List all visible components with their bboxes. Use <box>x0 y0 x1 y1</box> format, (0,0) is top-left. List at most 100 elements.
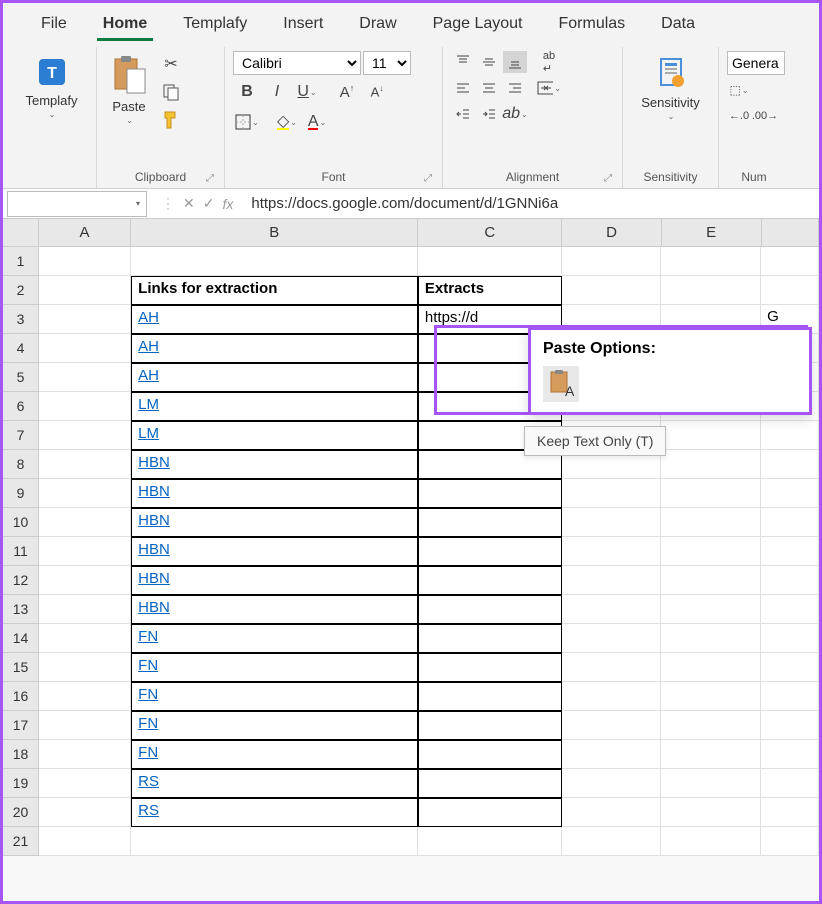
cell-B13[interactable]: HBN <box>131 595 418 624</box>
align-bottom-button[interactable] <box>503 51 527 73</box>
row-header-1[interactable]: 1 <box>3 247 39 276</box>
row-header-11[interactable]: 11 <box>3 537 39 566</box>
cell-F2[interactable] <box>761 276 819 305</box>
merge-button[interactable]: ⌄ <box>537 77 561 99</box>
decrease-indent-button[interactable] <box>451 103 475 125</box>
cell-F8[interactable] <box>761 450 819 479</box>
cell-C16[interactable] <box>418 682 562 711</box>
tab-home[interactable]: Home <box>85 7 165 41</box>
cell-A15[interactable] <box>39 653 131 682</box>
link[interactable]: LM <box>138 425 159 442</box>
link[interactable]: RS <box>138 773 159 790</box>
row-header-21[interactable]: 21 <box>3 827 39 856</box>
keep-text-only-button[interactable]: A <box>543 366 579 402</box>
cell-F14[interactable] <box>761 624 819 653</box>
tab-file[interactable]: File <box>23 7 85 41</box>
link[interactable]: RS <box>138 802 159 819</box>
col-header-a[interactable]: A <box>39 219 131 247</box>
cell-A18[interactable] <box>39 740 131 769</box>
cell-D21[interactable] <box>562 827 662 856</box>
cell-C10[interactable] <box>418 508 562 537</box>
cell-A16[interactable] <box>39 682 131 711</box>
cell-D18[interactable] <box>562 740 662 769</box>
cell-D16[interactable] <box>562 682 662 711</box>
cell-E14[interactable] <box>661 624 761 653</box>
cell-E13[interactable] <box>661 595 761 624</box>
tab-data[interactable]: Data <box>643 7 713 41</box>
cell-A5[interactable] <box>39 363 131 392</box>
cell-B14[interactable]: FN <box>131 624 418 653</box>
align-middle-button[interactable] <box>477 51 501 73</box>
cell-E9[interactable] <box>661 479 761 508</box>
link[interactable]: FN <box>138 744 158 761</box>
cell-C15[interactable] <box>418 653 562 682</box>
tab-templafy[interactable]: Templafy <box>165 7 265 41</box>
row-header-17[interactable]: 17 <box>3 711 39 740</box>
cell-E21[interactable] <box>661 827 761 856</box>
cancel-formula-button[interactable]: ✕ <box>183 195 195 212</box>
cell-F17[interactable] <box>761 711 819 740</box>
row-header-7[interactable]: 7 <box>3 421 39 450</box>
cell-B4[interactable]: AH <box>131 334 418 363</box>
templafy-button[interactable]: T Templafy ⌄ <box>19 51 83 123</box>
italic-button[interactable]: I <box>263 79 291 105</box>
cell-D13[interactable] <box>562 595 662 624</box>
copy-button[interactable] <box>157 79 185 105</box>
row-header-20[interactable]: 20 <box>3 798 39 827</box>
format-painter-button[interactable] <box>157 107 185 133</box>
tab-page-layout[interactable]: Page Layout <box>415 7 541 41</box>
cell-C21[interactable] <box>418 827 562 856</box>
cell-C14[interactable] <box>418 624 562 653</box>
increase-font-button[interactable]: A↑ <box>333 79 361 105</box>
dialog-launcher-icon[interactable]: ⤢ <box>604 173 612 184</box>
align-left-button[interactable] <box>451 77 475 99</box>
cell-B9[interactable]: HBN <box>131 479 418 508</box>
cell-F18[interactable] <box>761 740 819 769</box>
cell-E7[interactable] <box>661 421 761 450</box>
cell-F20[interactable] <box>761 798 819 827</box>
row-header-3[interactable]: 3 <box>3 305 39 334</box>
cell-E16[interactable] <box>661 682 761 711</box>
cell-B11[interactable]: HBN <box>131 537 418 566</box>
cell-D17[interactable] <box>562 711 662 740</box>
link[interactable]: HBN <box>138 454 170 471</box>
align-right-button[interactable] <box>503 77 527 99</box>
row-header-19[interactable]: 19 <box>3 769 39 798</box>
cell-A1[interactable] <box>39 247 131 276</box>
cell-B16[interactable]: FN <box>131 682 418 711</box>
link[interactable]: AH <box>138 309 159 326</box>
link[interactable]: HBN <box>138 599 170 616</box>
row-header-6[interactable]: 6 <box>3 392 39 421</box>
link[interactable]: HBN <box>138 483 170 500</box>
select-all-corner[interactable] <box>3 219 39 247</box>
cell-A7[interactable] <box>39 421 131 450</box>
wrap-text-button[interactable]: ab↵ <box>537 51 561 73</box>
cell-F19[interactable] <box>761 769 819 798</box>
cell-B7[interactable]: LM <box>131 421 418 450</box>
cell-C9[interactable] <box>418 479 562 508</box>
decrease-decimal-button[interactable]: .00→ <box>753 105 777 127</box>
align-center-button[interactable] <box>477 77 501 99</box>
font-color-button[interactable]: A⌄ <box>303 109 331 135</box>
link[interactable]: FN <box>138 628 158 645</box>
borders-button[interactable]: ⌄ <box>233 109 261 135</box>
cell-A10[interactable] <box>39 508 131 537</box>
link[interactable]: FN <box>138 657 158 674</box>
cell-A11[interactable] <box>39 537 131 566</box>
row-header-18[interactable]: 18 <box>3 740 39 769</box>
enter-formula-button[interactable]: ✓ <box>203 195 215 212</box>
cell-C20[interactable] <box>418 798 562 827</box>
cell-F10[interactable] <box>761 508 819 537</box>
cell-A14[interactable] <box>39 624 131 653</box>
tab-draw[interactable]: Draw <box>341 7 414 41</box>
font-size-select[interactable]: 11 <box>363 51 411 75</box>
cell-E17[interactable] <box>661 711 761 740</box>
name-box[interactable]: ▾ <box>7 191 147 217</box>
col-header-c[interactable]: C <box>418 219 562 247</box>
sensitivity-button[interactable]: Sensitivity ⌄ <box>635 51 706 125</box>
dialog-launcher-icon[interactable]: ⤢ <box>424 173 432 184</box>
row-header-14[interactable]: 14 <box>3 624 39 653</box>
cell-A17[interactable] <box>39 711 131 740</box>
cell-D19[interactable] <box>562 769 662 798</box>
cell-E10[interactable] <box>661 508 761 537</box>
